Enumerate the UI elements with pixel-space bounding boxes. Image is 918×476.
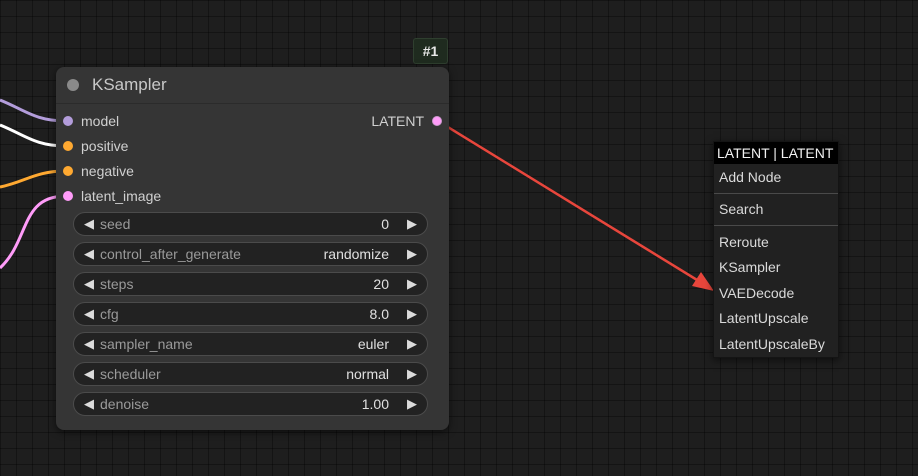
widget-seed[interactable]: ◀ seed 0 ▶	[73, 212, 428, 236]
widget-value[interactable]: normal	[346, 366, 389, 382]
input-dot-icon[interactable]	[63, 191, 73, 201]
input-dot-icon[interactable]	[63, 166, 73, 176]
menu-item-latentupscaleby[interactable]: LatentUpscaleBy	[714, 331, 838, 357]
input-slot-negative[interactable]: negative	[63, 161, 134, 181]
collapse-dot-icon[interactable]	[67, 79, 79, 91]
widget-sampler-name[interactable]: ◀ sampler_name euler ▶	[73, 332, 428, 356]
output-dot-icon[interactable]	[432, 116, 442, 126]
widget-control-after-generate[interactable]: ◀ control_after_generate randomize ▶	[73, 242, 428, 266]
widget-value[interactable]: 20	[373, 276, 389, 292]
menu-item-vaedecode[interactable]: VAEDecode	[714, 280, 838, 306]
widget-label: denoise	[100, 396, 150, 412]
widget-label: scheduler	[100, 366, 161, 382]
triangle-left-icon[interactable]: ◀	[80, 276, 98, 292]
node-header[interactable]: KSampler	[56, 67, 449, 104]
output-label: LATENT	[371, 113, 424, 129]
menu-item-ksampler[interactable]: KSampler	[714, 255, 838, 281]
link-release-context-menu: LATENT | LATENT Add Node Search Reroute …	[713, 141, 839, 358]
triangle-right-icon[interactable]: ▶	[403, 336, 421, 352]
widget-value[interactable]: 0	[381, 216, 389, 232]
menu-item-latentupscale[interactable]: LatentUpscale	[714, 306, 838, 332]
input-label: negative	[81, 163, 134, 179]
menu-item-add-node[interactable]: Add Node	[714, 164, 838, 190]
widget-label: sampler_name	[100, 336, 193, 352]
input-label: latent_image	[81, 188, 162, 204]
triangle-right-icon[interactable]: ▶	[403, 246, 421, 262]
triangle-left-icon[interactable]: ◀	[80, 366, 98, 382]
menu-separator	[714, 225, 838, 226]
triangle-right-icon[interactable]: ▶	[403, 366, 421, 382]
menu-item-reroute[interactable]: Reroute	[714, 229, 838, 255]
triangle-right-icon[interactable]: ▶	[403, 306, 421, 322]
triangle-left-icon[interactable]: ◀	[80, 216, 98, 232]
input-label: model	[81, 113, 120, 129]
triangle-right-icon[interactable]: ▶	[403, 276, 421, 292]
input-slot-model[interactable]: model	[63, 111, 119, 131]
widget-value[interactable]: 8.0	[370, 306, 389, 322]
input-dot-icon[interactable]	[63, 116, 73, 126]
widget-value[interactable]: 1.00	[362, 396, 389, 412]
widget-value[interactable]: euler	[358, 336, 389, 352]
widget-value[interactable]: randomize	[324, 246, 389, 262]
node-title: KSampler	[92, 75, 167, 94]
triangle-right-icon[interactable]: ▶	[403, 396, 421, 412]
node-id-badge: #1	[413, 38, 448, 64]
widget-cfg[interactable]: ◀ cfg 8.0 ▶	[73, 302, 428, 326]
ksampler-node[interactable]: KSampler model positive negative latent_…	[56, 67, 449, 430]
triangle-left-icon[interactable]: ◀	[80, 336, 98, 352]
widget-label: seed	[100, 216, 131, 232]
widget-scheduler[interactable]: ◀ scheduler normal ▶	[73, 362, 428, 386]
triangle-left-icon[interactable]: ◀	[80, 246, 98, 262]
widget-label: cfg	[100, 306, 119, 322]
triangle-left-icon[interactable]: ◀	[80, 396, 98, 412]
drag-link-arrowhead	[692, 272, 714, 291]
menu-title: LATENT | LATENT	[714, 142, 838, 164]
menu-separator	[714, 192, 838, 194]
widget-steps[interactable]: ◀ steps 20 ▶	[73, 272, 428, 296]
widget-label: steps	[100, 276, 134, 292]
triangle-left-icon[interactable]: ◀	[80, 306, 98, 322]
input-dot-icon[interactable]	[63, 141, 73, 151]
widget-denoise[interactable]: ◀ denoise 1.00 ▶	[73, 392, 428, 416]
input-label: positive	[81, 138, 129, 154]
triangle-right-icon[interactable]: ▶	[403, 216, 421, 232]
drag-link	[437, 119, 703, 285]
output-slot-latent[interactable]: LATENT	[371, 111, 442, 131]
widget-label: control_after_generate	[100, 246, 241, 262]
menu-item-search[interactable]: Search	[714, 197, 838, 223]
input-slot-positive[interactable]: positive	[63, 136, 128, 156]
input-slot-latent-image[interactable]: latent_image	[63, 186, 161, 206]
